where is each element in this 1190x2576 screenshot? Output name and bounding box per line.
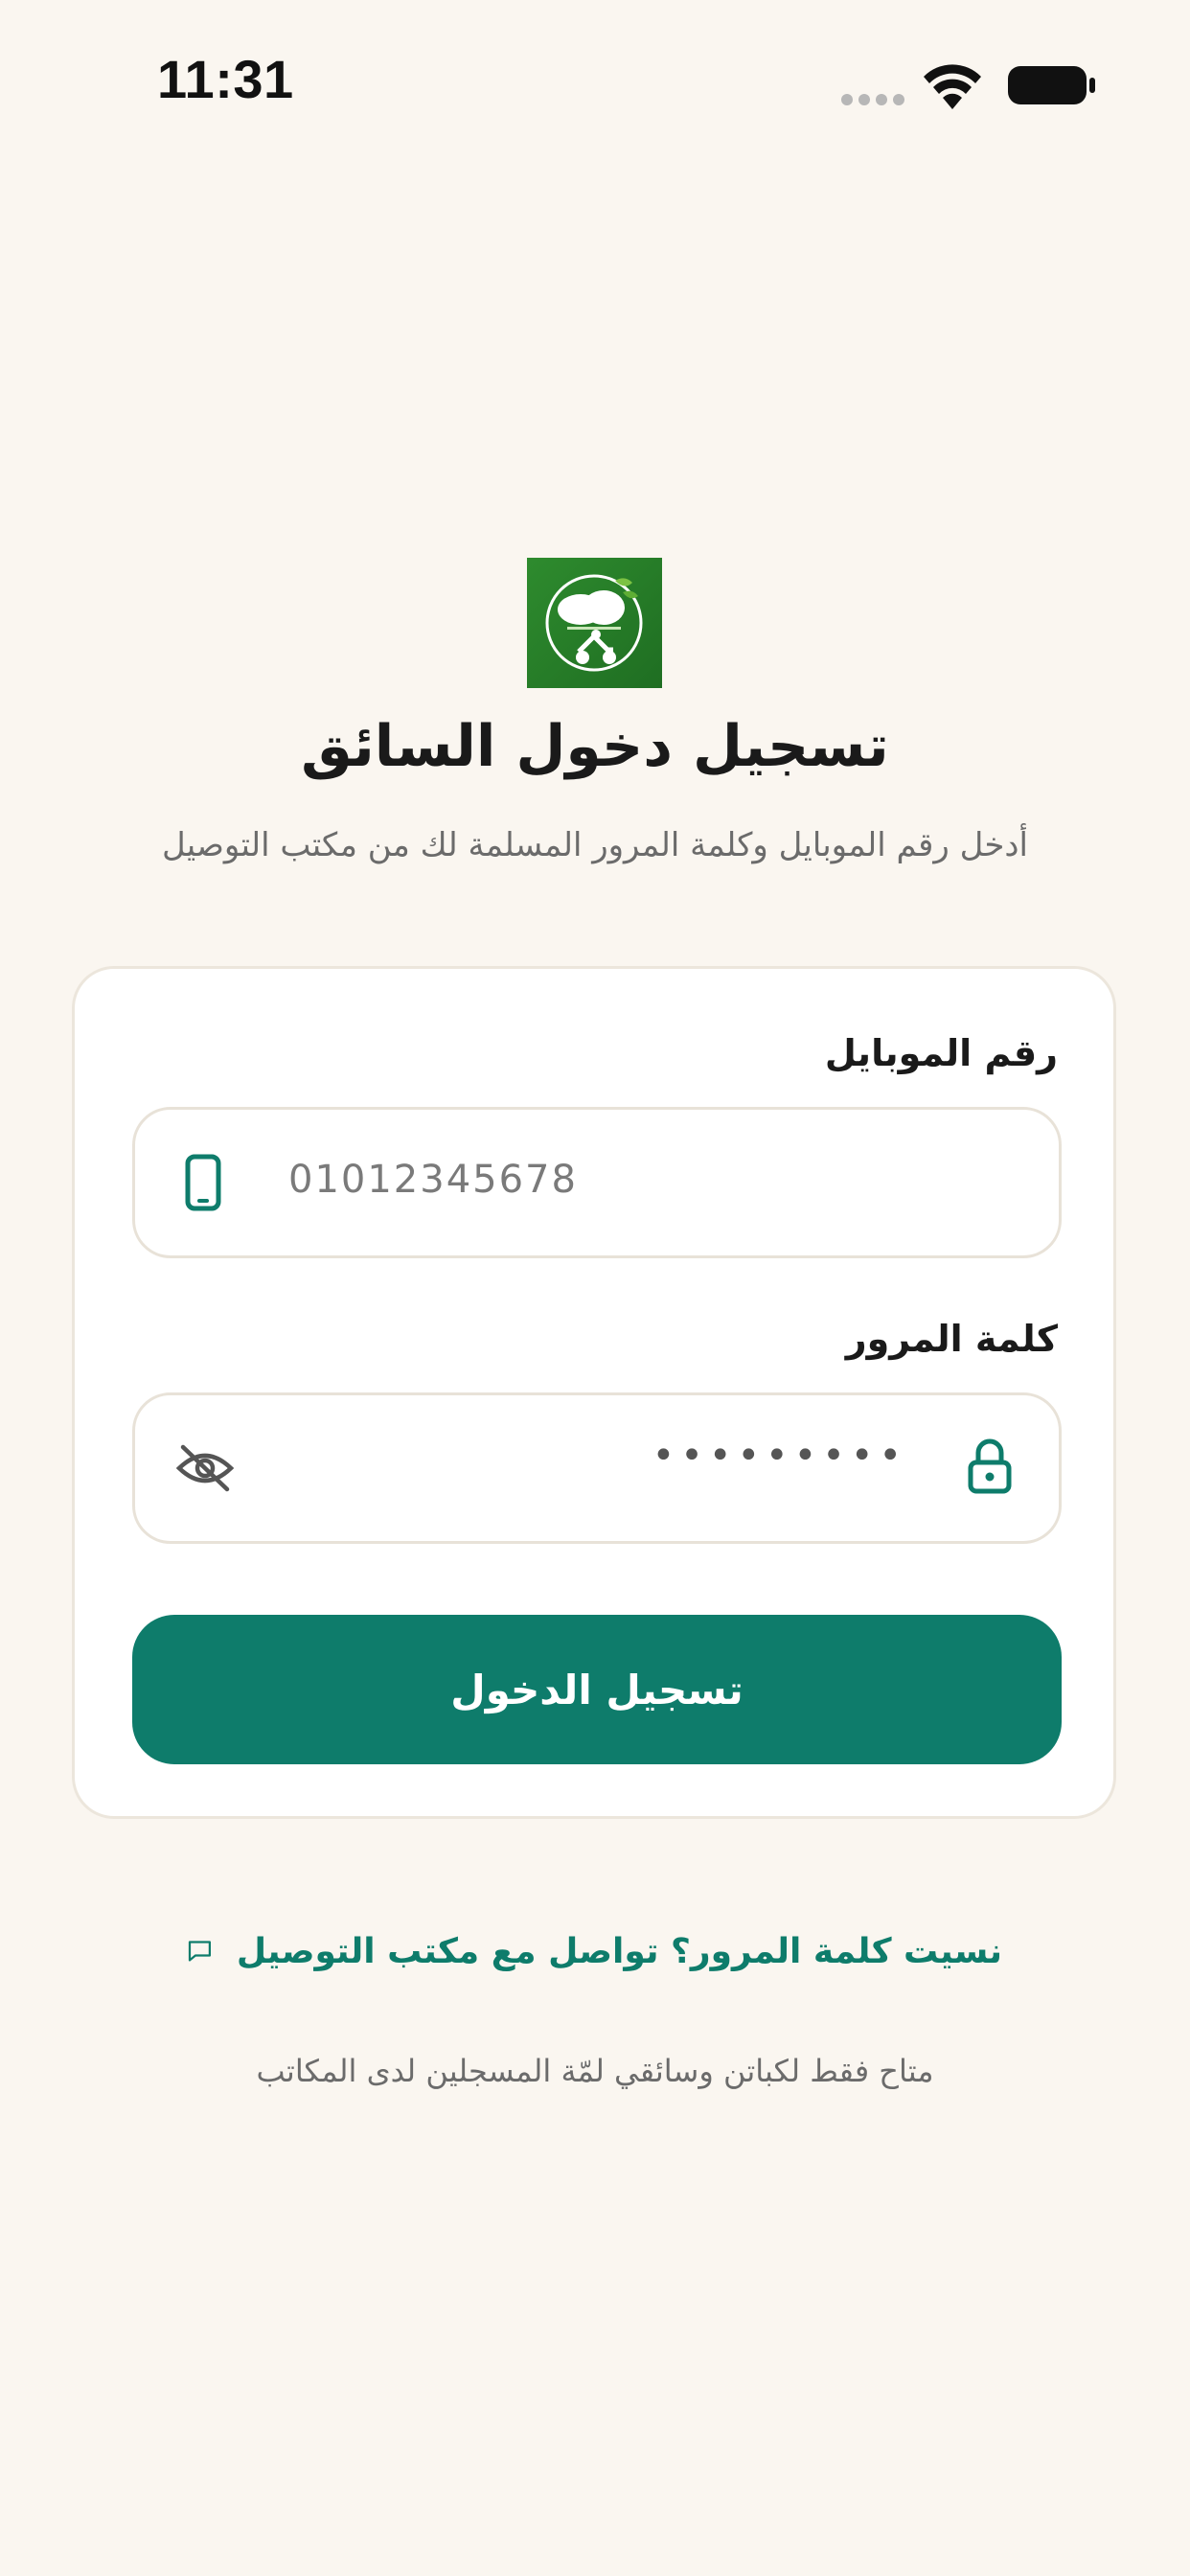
- password-input[interactable]: •••••••••: [132, 1392, 1062, 1544]
- password-masked-value: •••••••••: [652, 1434, 907, 1478]
- status-bar: 11:31: [0, 0, 1190, 163]
- phone-label: رقم الموبايل: [824, 1032, 1058, 1074]
- login-form-card: رقم الموبايل 01012345678 كلمة المرور •••…: [72, 966, 1116, 1819]
- page-title: تسجيل دخول السائق: [301, 713, 889, 780]
- phone-input[interactable]: 01012345678: [132, 1107, 1062, 1258]
- password-label: كلمة المرور: [845, 1318, 1058, 1360]
- lock-icon: [968, 1438, 1012, 1494]
- forgot-password-link[interactable]: نسيت كلمة المرور؟ تواصل مع مكتب التوصيل: [188, 1922, 1002, 1980]
- lamma-brand-logo-icon: [545, 574, 643, 672]
- battery-icon: [1008, 66, 1095, 104]
- eye-off-icon[interactable]: [175, 1441, 235, 1495]
- availability-note: متاح فقط لكباتن وسائقي لمّة المسجلين لدى…: [256, 2053, 934, 2089]
- message-icon: [188, 1941, 212, 1962]
- smartphone-icon: [185, 1154, 221, 1211]
- phone-placeholder: 01012345678: [288, 1158, 578, 1202]
- brand-logo: [527, 558, 662, 688]
- login-screen: 11:31 تسجيل دخول السائق أدخل رقم الموباي…: [0, 0, 1190, 2576]
- status-time: 11:31: [157, 49, 294, 109]
- page-subtitle: أدخل رقم الموبايل وكلمة المرور المسلمة ل…: [162, 826, 1028, 864]
- wifi-icon: [924, 64, 981, 109]
- login-button[interactable]: تسجيل الدخول: [132, 1615, 1062, 1764]
- cellular-signal-icon: [841, 94, 904, 105]
- forgot-password-text: نسيت كلمة المرور؟ تواصل مع مكتب التوصيل: [236, 1931, 1002, 1971]
